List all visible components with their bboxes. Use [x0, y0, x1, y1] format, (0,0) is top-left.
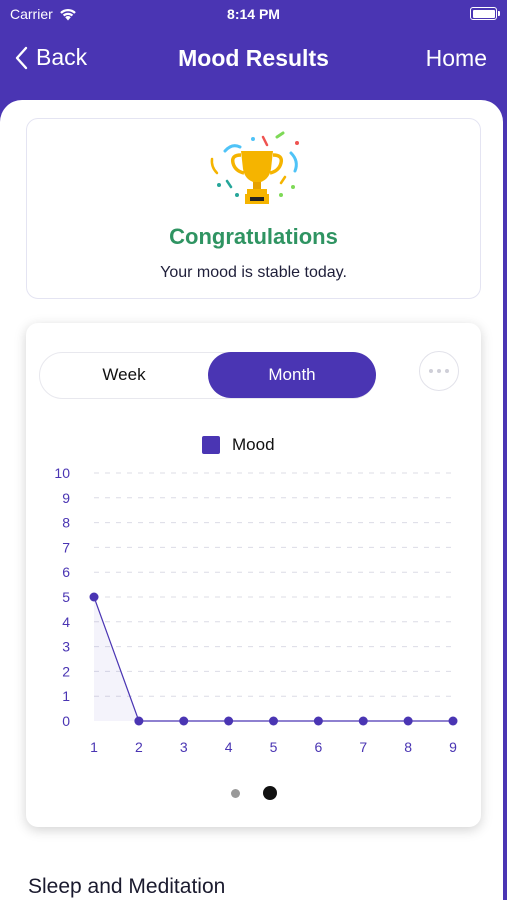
data-point — [179, 716, 189, 726]
home-button[interactable]: Home — [426, 45, 487, 72]
content-sheet: Congratulations Your mood is stable toda… — [0, 100, 503, 900]
x-tick-label: 1 — [90, 739, 98, 753]
legend-swatch — [202, 436, 220, 454]
congratulations-subtitle: Your mood is stable today. — [160, 264, 347, 281]
chart-legend: Mood — [202, 435, 275, 455]
y-tick-label: 9 — [62, 490, 70, 506]
y-tick-label: 1 — [62, 688, 70, 704]
y-tick-label: 5 — [62, 589, 70, 605]
page-indicator — [231, 786, 277, 800]
segment-week[interactable]: Week — [40, 353, 208, 397]
x-tick-label: 6 — [314, 739, 322, 753]
congratulations-card: Congratulations Your mood is stable toda… — [26, 118, 481, 299]
data-point — [89, 592, 99, 602]
x-tick-label: 4 — [225, 739, 233, 753]
more-dot — [445, 369, 449, 373]
x-tick-label: 5 — [270, 739, 278, 753]
segment-month[interactable]: Month — [208, 352, 376, 398]
navigation-bar: Back Mood Results Home — [0, 30, 507, 90]
mood-line-chart: 0 1 2 3 4 5 6 7 8 9 10 1 2 3 4 5 6 7 8 9 — [54, 465, 458, 753]
data-point — [134, 716, 144, 726]
y-tick-label: 4 — [62, 614, 70, 630]
more-options-button[interactable] — [419, 351, 459, 391]
section-title: Sleep and Meditation — [28, 875, 226, 898]
period-segmented-control: Week Month — [39, 352, 376, 399]
x-tick-label: 7 — [359, 739, 367, 753]
battery-icon — [470, 7, 500, 20]
page-dot[interactable] — [231, 788, 240, 798]
y-tick-label: 7 — [62, 539, 70, 555]
page-dot-active[interactable] — [263, 786, 277, 800]
x-tick-label: 2 — [135, 739, 143, 753]
y-tick-label: 10 — [54, 465, 70, 481]
data-point — [358, 716, 368, 726]
legend-label: Mood — [232, 435, 275, 454]
more-dot — [437, 369, 441, 373]
data-point — [269, 716, 278, 726]
congratulations-title: Congratulations — [169, 224, 338, 249]
y-tick-label: 8 — [62, 515, 70, 531]
y-tick-label: 6 — [62, 564, 70, 580]
data-point — [224, 716, 234, 726]
x-tick-label: 3 — [180, 739, 188, 753]
data-point — [403, 716, 413, 726]
x-tick-label: 9 — [449, 739, 457, 753]
more-dot — [429, 369, 433, 373]
y-tick-label: 2 — [62, 663, 70, 679]
series-line — [93, 596, 453, 722]
trophy-icon — [210, 131, 299, 204]
y-tick-label: 3 — [62, 639, 70, 655]
data-point — [313, 716, 323, 726]
series-area — [94, 597, 453, 721]
status-time: 8:14 PM — [227, 6, 280, 22]
mood-chart-card: Week Month Mood 0 1 2 3 4 5 6 7 8 9 10 1 2 3 4 5 6 7 8 9 — [26, 323, 481, 827]
x-tick-label: 8 — [404, 739, 412, 753]
data-point — [448, 716, 458, 726]
status-bar: Carrier 8:14 PM — [0, 0, 507, 30]
y-tick-label: 0 — [62, 713, 70, 729]
